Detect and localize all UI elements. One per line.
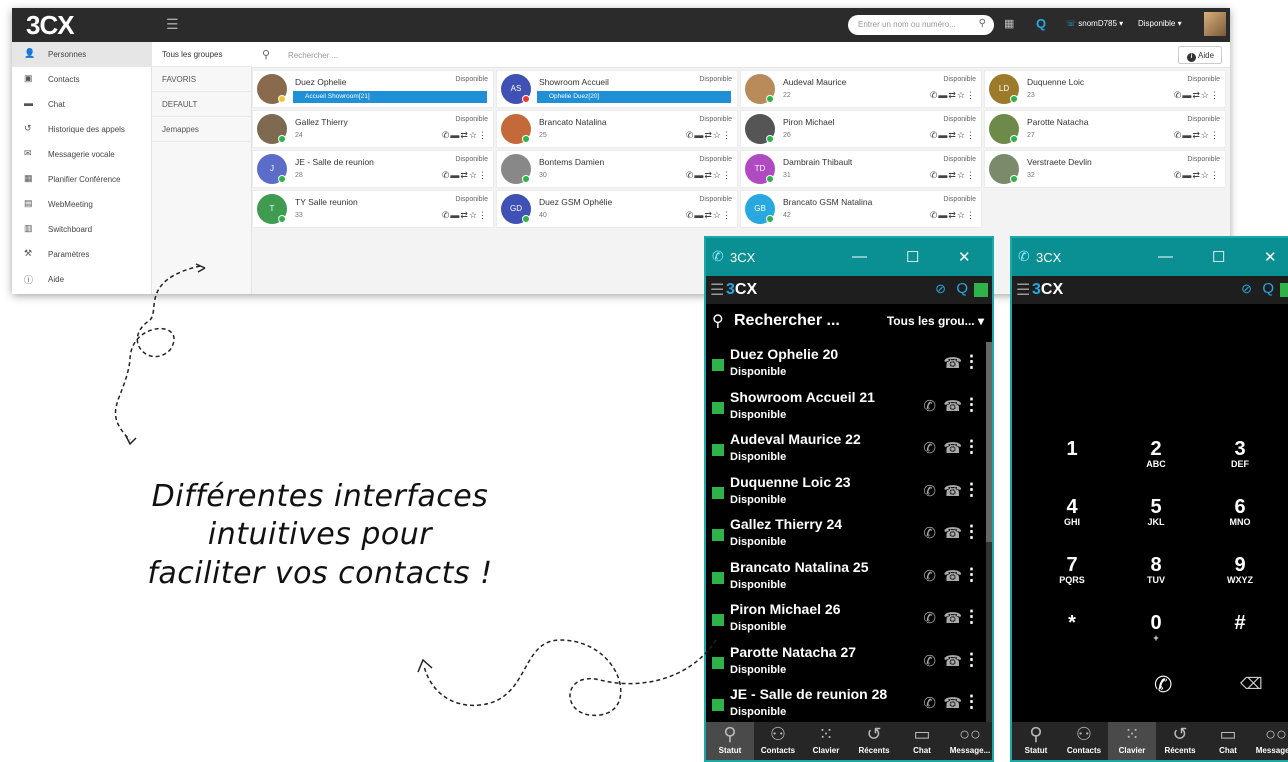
dashed-arrow-bottom <box>423 639 717 716</box>
decorative-arrows <box>114 263 717 716</box>
dashed-arrow-top <box>114 265 201 441</box>
tagline: Différentes interfaces intuitives pour f… <box>120 478 520 593</box>
tagline-line-1: Différentes interfaces <box>151 479 489 514</box>
tagline-line-3: faciliter vos contacts ! <box>147 555 493 591</box>
tagline-line-2: intuitives pour <box>207 517 433 553</box>
arrow-head-top <box>195 263 206 273</box>
